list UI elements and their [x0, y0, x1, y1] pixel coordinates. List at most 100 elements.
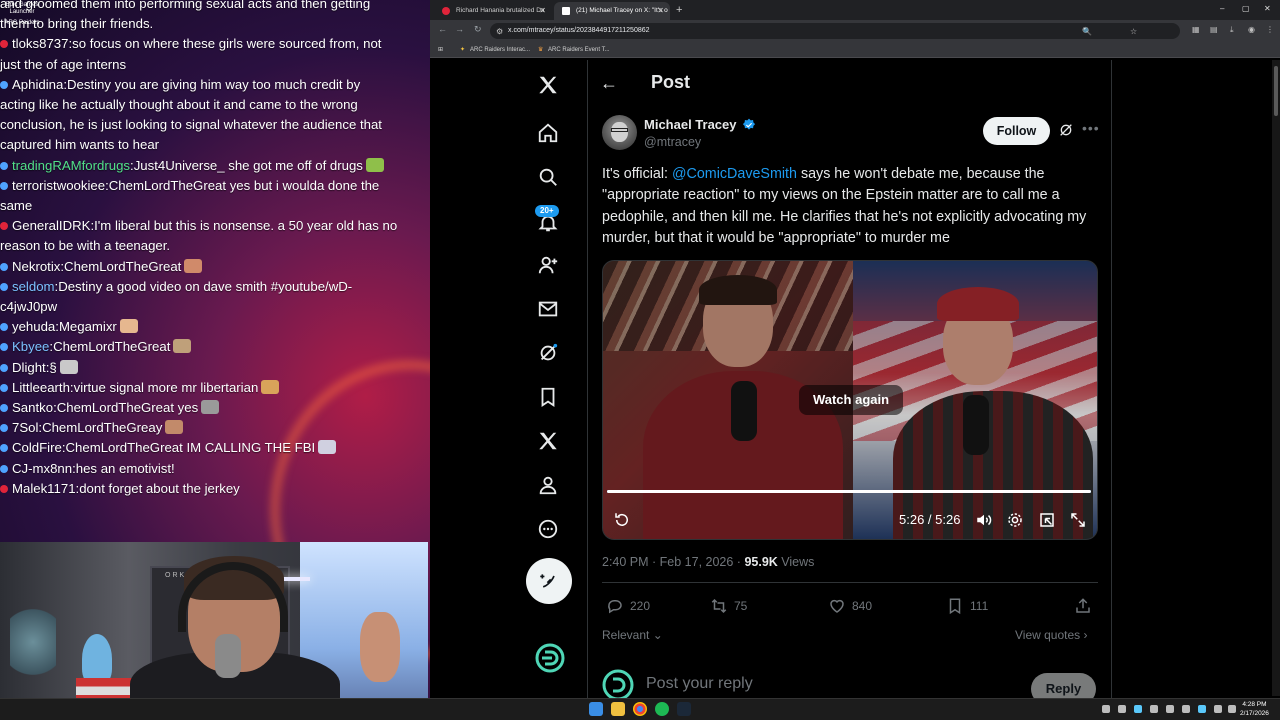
- spotify-icon[interactable]: [655, 702, 669, 716]
- site-info-icon[interactable]: ⚙: [496, 27, 503, 36]
- post-timestamp[interactable]: 2:40 PM · Feb 17, 2026 · 95.9K Views: [602, 555, 814, 569]
- share-stat[interactable]: [1074, 597, 1098, 615]
- tray-chevron-icon[interactable]: [1102, 705, 1110, 713]
- author-avatar[interactable]: [602, 115, 637, 150]
- chat-username[interactable]: ColdFire: [12, 440, 62, 455]
- desktop-icon-epic-games[interactable]: Epic Games Launcher: [2, 2, 42, 16]
- chat-username[interactable]: Nekrotix: [12, 259, 60, 274]
- video-progress-bar[interactable]: [607, 490, 1091, 493]
- taskbar-clock[interactable]: 4:28 PM 2/17/2026: [1240, 700, 1269, 718]
- maximize-button[interactable]: ▢: [1242, 4, 1250, 13]
- tab-close-icon[interactable]: ✕: [539, 2, 546, 20]
- follow-button[interactable]: Follow: [983, 117, 1050, 145]
- home-icon[interactable]: [525, 118, 571, 148]
- tray-app-icon[interactable]: [1182, 705, 1190, 713]
- chat-username[interactable]: Aphidina: [12, 77, 63, 92]
- bookmark-arc-raiders-event[interactable]: ARC Raiders Event T...: [548, 42, 610, 58]
- chat-username[interactable]: Santko: [12, 400, 53, 415]
- chat-username[interactable]: Malek1171: [12, 481, 76, 496]
- grok-explain-icon[interactable]: [1058, 122, 1074, 138]
- bookmark-stat[interactable]: 111: [946, 597, 988, 615]
- chat-username[interactable]: seldom: [12, 279, 55, 294]
- author-name[interactable]: Michael Tracey: [644, 117, 737, 132]
- close-window-button[interactable]: ✕: [1264, 4, 1271, 13]
- chat-username[interactable]: terroristwookiee: [12, 178, 105, 193]
- volume-icon[interactable]: [975, 511, 993, 529]
- author-handle[interactable]: @mtracey: [644, 135, 701, 149]
- sidebar-icon[interactable]: ▤: [1210, 25, 1218, 34]
- video-player[interactable]: Watch again 5:26 / 5:26: [602, 260, 1098, 540]
- premium-x-icon[interactable]: [525, 426, 571, 456]
- watch-again-button[interactable]: Watch again: [799, 385, 903, 415]
- chat-username[interactable]: Dlight: [12, 360, 46, 375]
- tray-app-icon[interactable]: [1150, 705, 1158, 713]
- menu-icon[interactable]: ⋮: [1266, 25, 1274, 34]
- pip-icon[interactable]: [1038, 511, 1056, 529]
- file-explorer-icon[interactable]: [611, 702, 625, 716]
- chat-username[interactable]: GeneralIDRK: [12, 218, 90, 233]
- volume-tray-icon[interactable]: [1228, 705, 1236, 713]
- back-arrow-icon[interactable]: ←: [600, 74, 618, 92]
- tray-app-icon[interactable]: [1198, 705, 1206, 713]
- tray-app-icon[interactable]: [1118, 705, 1126, 713]
- address-bar[interactable]: ⚙ x.com/mtracey/status/20238449172112508…: [490, 23, 1180, 39]
- more-options-icon[interactable]: [525, 514, 571, 544]
- tray-app-icon[interactable]: [1166, 705, 1174, 713]
- tab-close-icon[interactable]: ✕: [657, 2, 664, 20]
- replay-icon[interactable]: [613, 511, 631, 529]
- repost-stat[interactable]: 75: [710, 597, 747, 615]
- desktop-icon-arc-raiders[interactable]: ARC Raiders: [2, 20, 42, 27]
- follow-people-icon[interactable]: [525, 250, 571, 280]
- messages-mail-icon[interactable]: [525, 294, 571, 324]
- new-tab-button[interactable]: +: [676, 2, 682, 18]
- more-dots-icon[interactable]: •••: [1082, 120, 1100, 136]
- reply-stat[interactable]: 220: [606, 597, 650, 615]
- chat-username[interactable]: 7Sol: [12, 420, 38, 435]
- reload-button-icon[interactable]: ↻: [474, 24, 482, 35]
- view-quotes-label: View quotes: [1015, 628, 1081, 642]
- profile-icon[interactable]: ◉: [1248, 25, 1255, 34]
- chrome-icon[interactable]: [633, 702, 647, 716]
- chat-username[interactable]: Kbyee: [12, 339, 49, 354]
- chat-username[interactable]: CJ-mx8nn: [12, 461, 72, 476]
- x-logo-icon[interactable]: [525, 70, 571, 100]
- mention-link[interactable]: @ComicDaveSmith: [672, 166, 797, 182]
- reply-input[interactable]: Post your reply: [646, 675, 753, 693]
- forward-button-icon[interactable]: →: [455, 24, 464, 34]
- extension-icon[interactable]: ▦: [1192, 25, 1200, 34]
- chat-badge-dot: [0, 444, 8, 453]
- user-avatar[interactable]: [602, 669, 634, 698]
- tab-michael-tracey[interactable]: (21) Michael Tracey on X: "It's o ✕: [554, 2, 670, 20]
- brand-d-logo-icon[interactable]: [535, 643, 565, 678]
- chat-badge-dot: [0, 262, 8, 271]
- bookmark-star-icon[interactable]: ☆: [1130, 27, 1137, 36]
- bookmark-arc-raiders-interactive[interactable]: ARC Raiders Interac...: [470, 42, 530, 58]
- view-quotes-link[interactable]: View quotes ›: [1015, 628, 1088, 642]
- like-stat[interactable]: 840: [828, 597, 872, 615]
- chat-username[interactable]: Littleearth: [12, 380, 70, 395]
- scrollbar-thumb[interactable]: [1274, 66, 1278, 116]
- downloads-icon[interactable]: ⤓: [1230, 25, 1234, 35]
- grok-icon[interactable]: [525, 338, 571, 368]
- page-scrollbar[interactable]: [1272, 60, 1280, 696]
- bookmarks-icon[interactable]: [525, 382, 571, 412]
- explore-search-icon[interactable]: [525, 162, 571, 192]
- apps-grid-icon[interactable]: ⊞: [438, 42, 443, 58]
- profile-person-icon[interactable]: [525, 470, 571, 500]
- settings-gear-icon[interactable]: [1006, 511, 1024, 529]
- fullscreen-icon[interactable]: [1069, 511, 1087, 529]
- minimize-button[interactable]: –: [1220, 4, 1224, 13]
- chat-username[interactable]: tradingRAMfordrugs: [12, 158, 130, 173]
- chat-username[interactable]: tloks8737: [12, 36, 68, 51]
- steam-icon[interactable]: [677, 702, 691, 716]
- chat-username[interactable]: yehuda: [12, 319, 55, 334]
- tray-app-icon[interactable]: [1134, 705, 1142, 713]
- tab-richard-hanania[interactable]: Richard Hanania brutalized Da ✕: [434, 2, 552, 20]
- network-icon[interactable]: [1214, 705, 1222, 713]
- search-lens-icon[interactable]: 🔍: [1082, 27, 1092, 36]
- sort-dropdown[interactable]: Relevant ⌄: [602, 628, 663, 642]
- start-windows-icon[interactable]: [589, 702, 603, 716]
- reply-button[interactable]: Reply: [1031, 673, 1096, 698]
- compose-post-button[interactable]: [526, 558, 572, 604]
- back-button-icon[interactable]: ←: [438, 24, 447, 34]
